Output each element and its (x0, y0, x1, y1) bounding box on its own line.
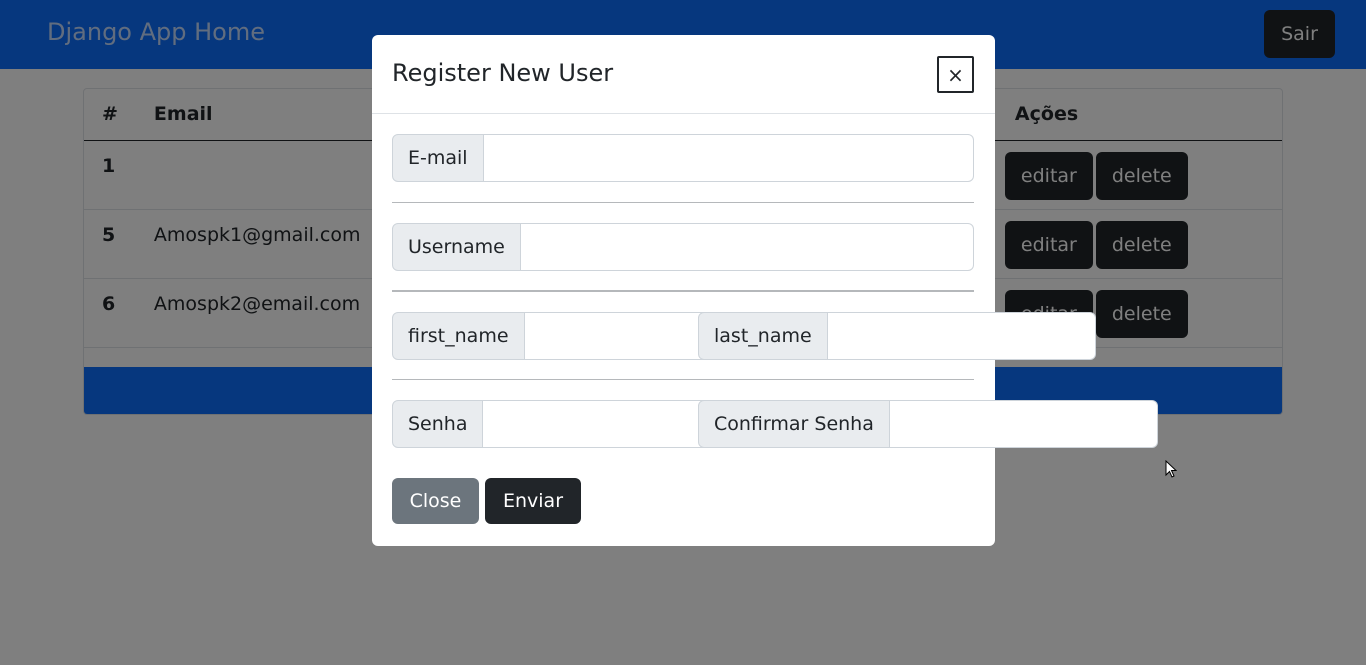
register-user-modal: Register New User × E-mail Username firs… (372, 35, 1158, 546)
modal-header: Register New User × (372, 35, 995, 114)
close-icon[interactable]: × (937, 56, 974, 93)
confirm-password-label: Confirmar Senha (698, 400, 890, 448)
submit-button[interactable]: Enviar (485, 478, 581, 524)
email-label: E-mail (392, 134, 484, 182)
confirm-password-input-group: Confirmar Senha (698, 400, 1158, 448)
last-name-field[interactable] (827, 312, 1096, 360)
close-button[interactable]: Close (392, 478, 479, 524)
first-name-input-group: first_name (392, 312, 793, 360)
username-input-group: Username (392, 223, 974, 271)
divider (392, 202, 974, 203)
password-input-group: Senha (392, 400, 752, 448)
modal-title: Register New User (392, 59, 614, 87)
email-input-group: E-mail (392, 134, 974, 182)
username-label: Username (392, 223, 521, 271)
last-name-label: last_name (698, 312, 828, 360)
password-label: Senha (392, 400, 484, 448)
first-name-label: first_name (392, 312, 525, 360)
last-name-input-group: last_name (698, 312, 1096, 360)
divider (392, 379, 974, 380)
email-field[interactable] (483, 134, 974, 182)
confirm-password-field[interactable] (889, 400, 1158, 448)
divider (392, 290, 974, 292)
username-field[interactable] (520, 223, 974, 271)
mouse-pointer-icon (1165, 460, 1177, 478)
